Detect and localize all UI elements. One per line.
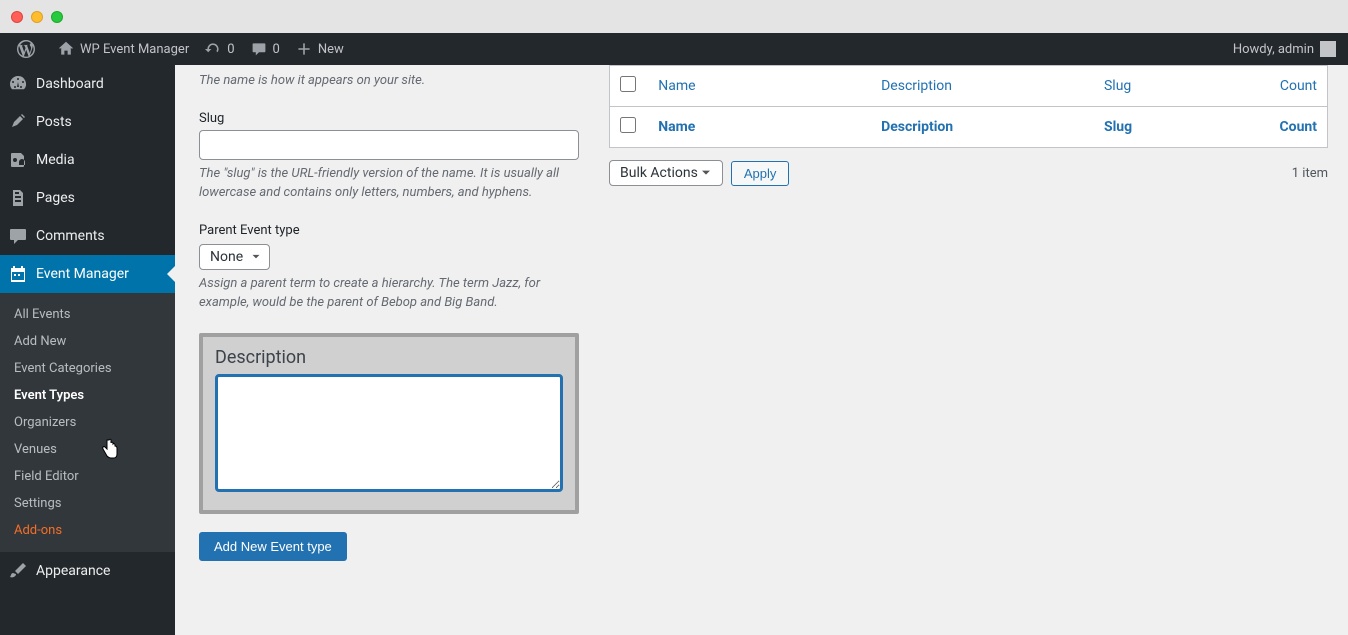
sidebar-item-label: Posts — [36, 114, 72, 130]
media-icon — [8, 150, 28, 170]
admin-bar: WP Event Manager 0 0 New Howdy, admin — [0, 33, 1348, 65]
col-description[interactable]: Description — [881, 119, 953, 135]
sidebar-item-appearance[interactable]: Appearance — [0, 552, 175, 590]
col-slug[interactable]: Slug — [1104, 119, 1132, 135]
col-description[interactable]: Description — [881, 78, 952, 94]
comments[interactable]: 0 — [243, 33, 288, 65]
sidebar-submenu: All Events Add New Event Categories Even… — [0, 293, 175, 552]
dashboard-icon — [8, 74, 28, 94]
wordpress-icon — [16, 39, 36, 59]
submenu-add-new[interactable]: Add New — [0, 328, 175, 355]
account-menu[interactable]: Howdy, admin — [1233, 41, 1340, 57]
submenu-field-editor[interactable]: Field Editor — [0, 463, 175, 490]
submenu-venues[interactable]: Venues — [0, 436, 175, 463]
table-footer-row: Name Description Slug Count — [610, 107, 1328, 148]
col-count[interactable]: Count — [1280, 78, 1317, 94]
comments-count: 0 — [273, 42, 280, 57]
window-close-button[interactable] — [11, 11, 23, 23]
description-highlight: Description — [199, 333, 579, 514]
sidebar-item-label: Dashboard — [36, 76, 104, 92]
avatar — [1320, 41, 1336, 57]
sidebar-item-event-manager[interactable]: Event Manager — [0, 255, 175, 293]
updates-count: 0 — [227, 42, 234, 57]
admin-sidebar: Dashboard Posts Media Pages Comments Eve… — [0, 65, 175, 635]
updates[interactable]: 0 — [197, 33, 242, 65]
parent-value: None — [210, 249, 243, 265]
new-content[interactable]: New — [288, 33, 352, 65]
submenu-add-ons[interactable]: Add-ons — [0, 517, 175, 544]
select-all-checkbox[interactable] — [620, 76, 636, 92]
window-maximize-button[interactable] — [51, 11, 63, 23]
submenu-settings[interactable]: Settings — [0, 490, 175, 517]
description-textarea[interactable] — [215, 374, 563, 492]
sidebar-item-label: Event Manager — [36, 266, 129, 282]
window-titlebar — [0, 0, 1348, 33]
item-count: 1 item — [1292, 166, 1328, 181]
sidebar-item-label: Media — [36, 152, 75, 168]
add-term-form: The name is how it appears on your site.… — [199, 65, 579, 561]
submenu-organizers[interactable]: Organizers — [0, 409, 175, 436]
sidebar-item-label: Pages — [36, 190, 75, 206]
parent-help: Assign a parent term to create a hierarc… — [199, 274, 579, 313]
sidebar-item-pages[interactable]: Pages — [0, 179, 175, 217]
submenu-event-categories[interactable]: Event Categories — [0, 355, 175, 382]
wp-logo[interactable] — [8, 33, 50, 65]
sidebar-item-comments[interactable]: Comments — [0, 217, 175, 255]
submit-button[interactable]: Add New Event type — [199, 532, 347, 561]
col-name[interactable]: Name — [658, 78, 695, 94]
chevron-down-icon — [698, 165, 714, 181]
window-minimize-button[interactable] — [31, 11, 43, 23]
col-slug[interactable]: Slug — [1104, 78, 1131, 94]
parent-label: Parent Event type — [199, 223, 579, 238]
site-name[interactable]: WP Event Manager — [50, 33, 197, 65]
col-count[interactable]: Count — [1280, 119, 1318, 135]
main-content: The name is how it appears on your site.… — [175, 65, 1348, 635]
table-header-row: Name Description Slug Count — [610, 66, 1328, 107]
tablenav-bottom: Bulk Actions Apply 1 item — [609, 160, 1328, 186]
name-help: The name is how it appears on your site. — [199, 71, 579, 91]
slug-help: The "slug" is the URL-friendly version o… — [199, 164, 579, 203]
comment-icon — [251, 41, 267, 57]
pin-icon — [8, 112, 28, 132]
refresh-icon — [205, 41, 221, 57]
pages-icon — [8, 188, 28, 208]
brush-icon — [8, 561, 28, 581]
select-all-checkbox-bottom[interactable] — [620, 117, 636, 133]
parent-select[interactable]: None — [199, 244, 270, 270]
calendar-icon — [8, 264, 28, 284]
home-icon — [58, 41, 74, 57]
site-title: WP Event Manager — [80, 42, 189, 57]
sidebar-item-posts[interactable]: Posts — [0, 103, 175, 141]
description-label: Description — [215, 347, 563, 368]
submenu-all-events[interactable]: All Events — [0, 301, 175, 328]
submenu-event-types[interactable]: Event Types — [0, 382, 175, 409]
bulk-actions-label: Bulk Actions — [620, 165, 698, 181]
apply-button[interactable]: Apply — [731, 161, 790, 186]
chevron-down-icon — [249, 250, 263, 264]
slug-label: Slug — [199, 111, 579, 126]
comment-icon — [8, 226, 28, 246]
sidebar-item-media[interactable]: Media — [0, 141, 175, 179]
sidebar-item-label: Comments — [36, 228, 105, 244]
col-name[interactable]: Name — [658, 119, 695, 135]
plus-icon — [296, 41, 312, 57]
howdy-text: Howdy, admin — [1233, 42, 1314, 57]
terms-table: Name Description Slug Count Name Descrip… — [609, 65, 1328, 148]
new-label: New — [318, 42, 344, 57]
slug-input[interactable] — [199, 130, 579, 160]
sidebar-item-label: Appearance — [36, 563, 110, 579]
bulk-actions-select[interactable]: Bulk Actions — [609, 160, 723, 186]
sidebar-item-dashboard[interactable]: Dashboard — [0, 65, 175, 103]
